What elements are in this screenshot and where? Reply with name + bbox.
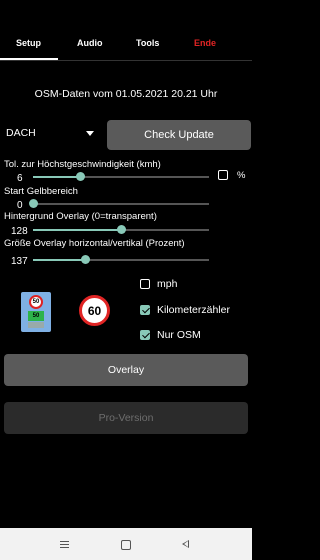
background-overlay-label: Hintergrund Overlay (0=transparent) [4,211,157,222]
osm-only-label: Nur OSM [157,329,201,341]
slider-thumb[interactable] [81,255,91,264]
tab-audio[interactable]: Audio [77,38,103,48]
percent-label: % [237,170,246,181]
slider-thumb[interactable] [116,225,126,234]
recents-menu-icon[interactable] [60,541,69,548]
dropdown-arrow-icon [86,131,94,136]
tolerance-slider[interactable] [33,172,209,182]
overlay-button[interactable]: Overlay [4,354,248,386]
osm-only-checkbox[interactable] [140,330,150,340]
osm-data-info: OSM-Daten vom 01.05.2021 20.21 Uhr [34,88,218,100]
system-navigation-bar [0,528,252,560]
mph-checkbox[interactable] [140,279,150,289]
preview-speed-display: 50 [28,311,44,321]
tolerance-value: 6 [17,173,23,184]
preview-bar [28,322,44,328]
tab-tools[interactable]: Tools [136,38,159,48]
back-icon[interactable] [182,540,189,548]
background-overlay-value: 128 [11,226,28,237]
region-dropdown-value: DACH [6,127,36,139]
yellow-start-value: 0 [17,200,23,211]
mph-label: mph [157,278,178,290]
home-icon[interactable] [121,540,131,550]
odometer-checkbox[interactable] [140,305,150,315]
percent-checkbox[interactable] [218,170,228,180]
tab-setup[interactable]: Setup [16,38,41,48]
region-dropdown[interactable]: DACH [6,127,96,141]
tab-divider [0,60,252,61]
check-update-button[interactable]: Check Update [107,120,251,150]
size-slider[interactable] [33,255,209,265]
overlay-preview-image: 50 50 [21,292,51,332]
odometer-label: Kilometerzähler [157,304,230,316]
speed-limit-sign[interactable]: 60 [79,295,110,326]
pro-version-button[interactable]: Pro-Version [4,402,248,434]
yellow-start-label: Start Gelbbereich [4,186,78,197]
slider-thumb[interactable] [76,172,86,181]
preview-speed-sign: 50 [29,295,43,309]
yellow-start-slider[interactable] [28,199,209,209]
size-label: Größe Overlay horizontal/vertikal (Proze… [4,238,185,249]
background-overlay-slider[interactable] [33,225,209,235]
tab-ende[interactable]: Ende [194,38,216,48]
size-value: 137 [11,256,28,267]
slider-thumb[interactable] [28,199,38,208]
tolerance-label: Tol. zur Höchstgeschwindigkeit (kmh) [4,159,161,170]
